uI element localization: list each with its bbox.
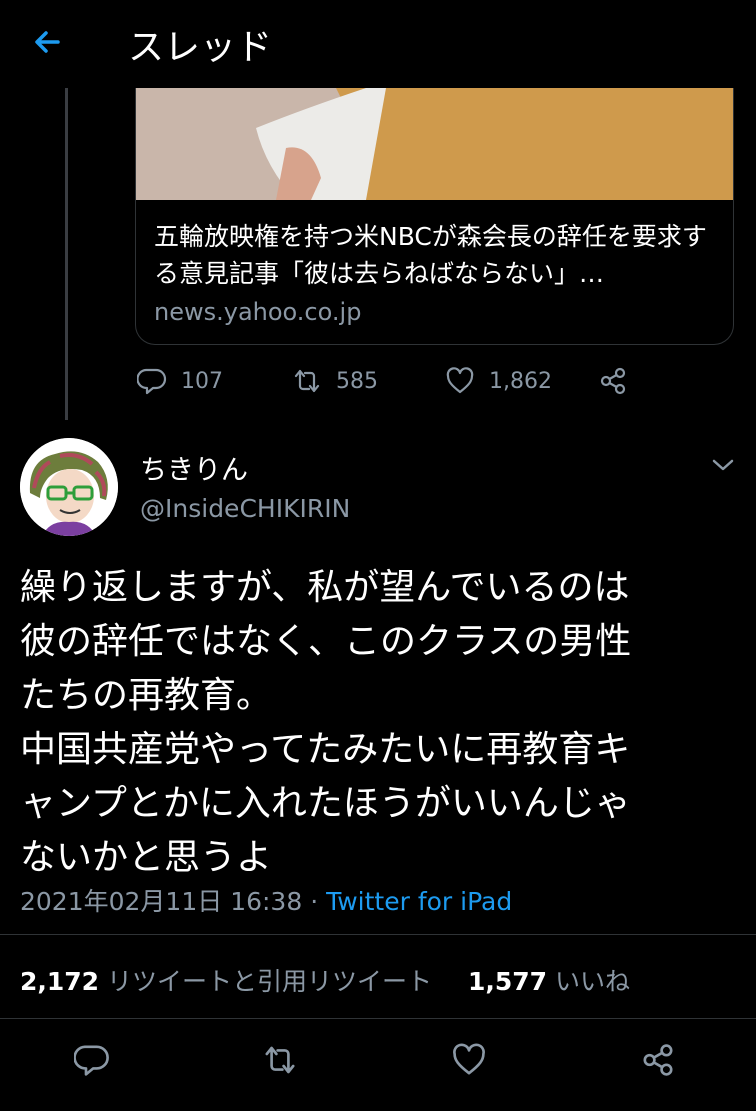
user-handle[interactable]: @InsideCHIKIRIN <box>140 494 350 523</box>
back-arrow-icon[interactable] <box>28 22 68 62</box>
chevron-down-icon[interactable] <box>710 454 736 476</box>
retweet-stat[interactable]: 2,172 リツイートと引用リツイート <box>20 967 432 996</box>
like-stat-label: いいね <box>547 967 630 996</box>
divider <box>0 1018 756 1019</box>
tweet-line: 彼の辞任ではなく、このクラスの男性 <box>20 621 632 662</box>
reply-action[interactable]: 107 <box>137 366 223 396</box>
retweet-action[interactable]: 585 <box>292 366 378 396</box>
reply-count: 107 <box>181 368 223 394</box>
tweet-line: たちの再教育。 <box>20 675 273 716</box>
like-action[interactable]: 1,862 <box>445 366 552 396</box>
link-card-domain: news.yahoo.co.jp <box>154 298 362 326</box>
article-thumbnail-image <box>136 88 733 200</box>
tweet-line: ないかと思うよ <box>20 837 273 878</box>
divider <box>0 934 756 935</box>
avatar[interactable] <box>20 438 118 536</box>
engagement-stats: 2,172 リツイートと引用リツイート 1,577 いいね <box>20 962 630 998</box>
tweet-text: 繰り返しますが、私が望んでいるのは 彼の辞任ではなく、このクラスの男性 たちの再… <box>20 561 740 885</box>
display-name[interactable]: ちきりん <box>140 448 248 487</box>
tweet-line: ャンプとかに入れたほうがいいんじゃ <box>20 783 631 824</box>
share-action[interactable] <box>598 366 628 396</box>
page-title: スレッド <box>128 27 273 68</box>
meta-separator: · <box>302 887 327 916</box>
retweet-stat-label: リツイートと引用リツイート <box>99 967 433 996</box>
source-link[interactable]: Twitter for iPad <box>326 887 512 916</box>
share-icon <box>600 367 626 395</box>
reply-icon <box>137 368 167 395</box>
timestamp[interactable]: 2021年02月11日 16:38 <box>20 887 302 916</box>
thread-connector-line <box>65 88 68 420</box>
share-icon[interactable] <box>640 1042 676 1078</box>
heart-icon <box>446 367 474 394</box>
retweet-icon[interactable] <box>262 1042 298 1078</box>
retweet-total: 2,172 <box>20 967 100 996</box>
tweet-line: 中国共産党やってたみたいに再教育キ <box>20 729 631 770</box>
link-preview-card[interactable]: 五輪放映権を持つ米NBCが森会長の辞任を要求する意見記事「彼は去らねばならない」… <box>135 88 734 345</box>
retweet-count: 585 <box>336 368 378 394</box>
reply-icon[interactable] <box>74 1042 110 1078</box>
like-total: 1,577 <box>467 967 548 996</box>
heart-icon[interactable] <box>451 1042 487 1078</box>
link-card-title: 五輪放映権を持つ米NBCが森会長の辞任を要求する意見記事「彼は去らねばならない」… <box>154 222 707 288</box>
tweet-meta: 2021年02月11日 16:38 · Twitter for iPad <box>20 882 512 918</box>
retweet-icon <box>294 369 320 393</box>
like-count: 1,862 <box>489 368 552 394</box>
like-stat[interactable]: 1,577 いいね <box>468 967 630 996</box>
tweet-line: 繰り返しますが、私が望んでいるのは <box>20 567 630 608</box>
